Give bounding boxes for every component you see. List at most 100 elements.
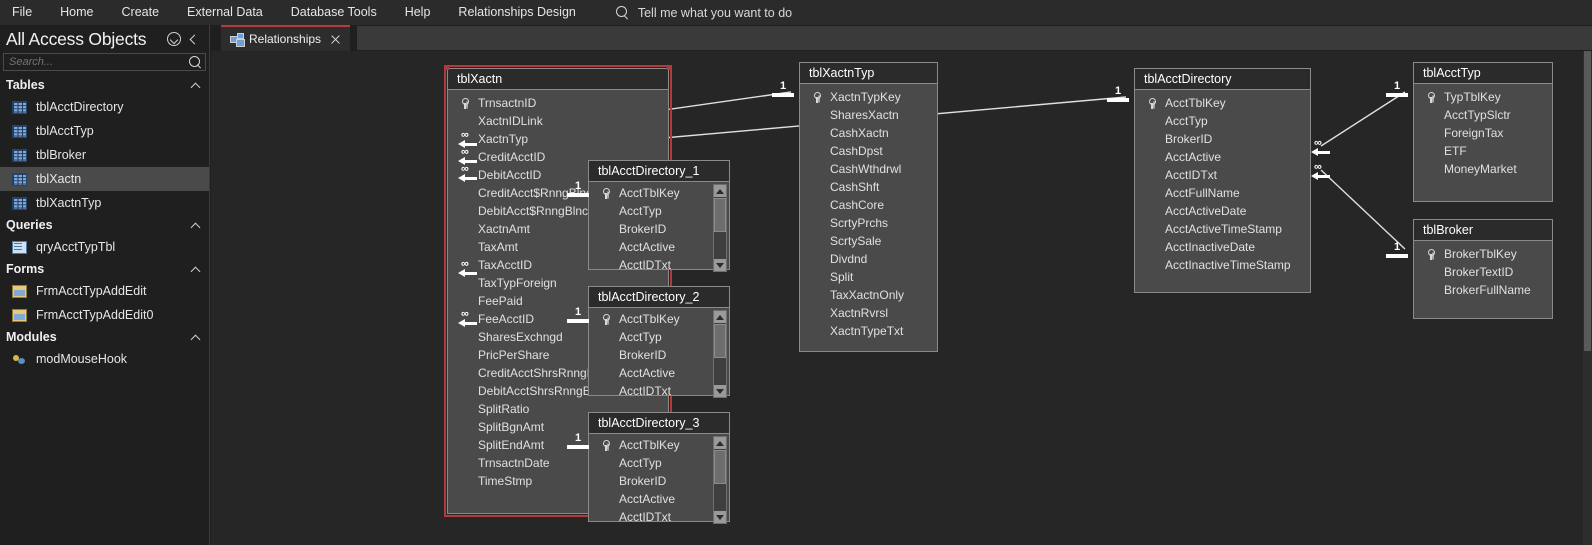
table-field-primary-key[interactable]: AcctTblKey (589, 184, 729, 202)
table-field[interactable]: XactnTyp (448, 130, 668, 148)
table-field[interactable]: CashCore (800, 196, 937, 214)
table-field[interactable]: ForeignTax (1414, 124, 1552, 142)
chevron-up-icon[interactable] (190, 80, 201, 91)
relationship-table-tblXactnTyp[interactable]: tblXactnTypXactnTypKeySharesXactnCashXac… (799, 62, 938, 352)
scroll-down-icon[interactable] (714, 385, 726, 397)
circle-caret-down-icon[interactable] (167, 32, 181, 46)
nav-group-forms[interactable]: Forms (0, 259, 209, 279)
ribbon-tab-external-data[interactable]: External Data (173, 0, 277, 25)
sidebar-item-tblAcctDirectory[interactable]: tblAcctDirectory (0, 95, 209, 119)
chevron-left-icon[interactable] (188, 32, 200, 46)
table-field[interactable]: AcctActive (1135, 148, 1310, 166)
table-field[interactable]: XactnRvrsl (800, 304, 937, 322)
sidebar-item-qryAcctTypTbl[interactable]: qryAcctTypTbl (0, 235, 209, 259)
table-field[interactable]: ScrtySale (800, 232, 937, 250)
tab-relationships[interactable]: Relationships (221, 25, 350, 51)
table-field[interactable]: BrokerID (589, 472, 729, 490)
table-field[interactable]: AcctTyp (589, 454, 729, 472)
close-icon[interactable] (329, 33, 342, 46)
table-field[interactable]: BrokerID (589, 220, 729, 238)
table-field-primary-key[interactable]: XactnTypKey (800, 88, 937, 106)
table-field[interactable]: AcctActive (589, 364, 729, 382)
table-field[interactable]: AcctIDTxt (589, 256, 729, 274)
relationship-table-tblAcctDirectory_2[interactable]: tblAcctDirectory_2AcctTblKeyAcctTypBroke… (588, 286, 730, 396)
nav-group-tables[interactable]: Tables (0, 75, 209, 95)
relationship-table-tblAcctDirectory_3[interactable]: tblAcctDirectory_3AcctTblKeyAcctTypBroke… (588, 412, 730, 522)
table-field[interactable]: BrokerFullName (1414, 281, 1552, 299)
table-field[interactable]: AcctIDTxt (589, 508, 729, 526)
table-field[interactable]: MoneyMarket (1414, 160, 1552, 178)
scroll-down-icon[interactable] (714, 511, 726, 523)
table-field-primary-key[interactable]: TypTblKey (1414, 88, 1552, 106)
table-field-primary-key[interactable]: TrnsactnID (448, 94, 668, 112)
table-field[interactable]: AcctInactiveDate (1135, 238, 1310, 256)
table-field[interactable]: AcctTyp (1135, 112, 1310, 130)
table-field[interactable]: BrokerID (589, 346, 729, 364)
relationship-table-tblAcctDirectory[interactable]: tblAcctDirectoryAcctTblKeyAcctTypBrokerI… (1134, 68, 1311, 293)
table-field[interactable]: XactnTypeTxt (800, 322, 937, 340)
table-field[interactable]: AcctTyp (589, 328, 729, 346)
table-field[interactable]: BrokerTextID (1414, 263, 1552, 281)
table-field[interactable]: BrokerID (1135, 130, 1310, 148)
scrollbar-thumb[interactable] (714, 198, 726, 232)
ribbon-tab-file[interactable]: File (0, 0, 46, 25)
search-icon[interactable] (189, 56, 202, 69)
table-field[interactable]: AcctIDTxt (1135, 166, 1310, 184)
table-field-primary-key[interactable]: AcctTblKey (1135, 94, 1310, 112)
table-field[interactable]: AcctActiveDate (1135, 202, 1310, 220)
navigation-search-box[interactable] (3, 53, 206, 71)
sidebar-item-FrmAcctTypAddEdit0[interactable]: FrmAcctTypAddEdit0 (0, 303, 209, 327)
scroll-down-icon[interactable] (714, 259, 726, 271)
table-field[interactable]: XactnIDLink (448, 112, 668, 130)
sidebar-item-modMouseHook[interactable]: modMouseHook (0, 347, 209, 371)
table-field[interactable]: CashDpst (800, 142, 937, 160)
scrollbar-thumb[interactable] (1584, 51, 1591, 351)
table-field[interactable]: AcctTypSlctr (1414, 106, 1552, 124)
scroll-up-icon[interactable] (714, 185, 726, 197)
table-field[interactable]: AcctInactiveTimeStamp (1135, 256, 1310, 274)
table-field[interactable]: TaxXactnOnly (800, 286, 937, 304)
table-field[interactable]: AcctActive (589, 238, 729, 256)
scrollbar-thumb[interactable] (714, 450, 726, 484)
chevron-up-icon[interactable] (190, 220, 201, 231)
table-field-scrollbar[interactable] (713, 184, 727, 272)
search-input[interactable] (9, 56, 189, 68)
relationships-canvas[interactable]: tblXactnTrnsactnIDXactnIDLinkXactnTypCre… (211, 51, 1583, 545)
table-field[interactable]: SharesXactn (800, 106, 937, 124)
table-field[interactable]: CashWthdrwl (800, 160, 937, 178)
scroll-up-icon[interactable] (714, 311, 726, 323)
sidebar-item-tblXactnTyp[interactable]: tblXactnTyp (0, 191, 209, 215)
ribbon-tab-database-tools[interactable]: Database Tools (277, 0, 391, 25)
scrollbar-thumb[interactable] (714, 324, 726, 358)
table-field[interactable]: CashXactn (800, 124, 937, 142)
tell-me-search[interactable]: Tell me what you want to do (616, 6, 792, 20)
nav-group-modules[interactable]: Modules (0, 327, 209, 347)
scroll-up-icon[interactable] (714, 437, 726, 449)
table-field-scrollbar[interactable] (713, 310, 727, 398)
table-field[interactable]: AcctTyp (589, 202, 729, 220)
relationship-table-tblAcctTyp[interactable]: tblAcctTypTypTblKeyAcctTypSlctrForeignTa… (1413, 62, 1553, 202)
table-field[interactable]: CashShft (800, 178, 937, 196)
relationship-table-tblAcctDirectory_1[interactable]: tblAcctDirectory_1AcctTblKeyAcctTypBroke… (588, 160, 730, 270)
table-field-primary-key[interactable]: BrokerTblKey (1414, 245, 1552, 263)
sidebar-item-FrmAcctTypAddEdit[interactable]: FrmAcctTypAddEdit (0, 279, 209, 303)
table-field[interactable]: AcctIDTxt (589, 382, 729, 400)
table-field[interactable]: Split (800, 268, 937, 286)
canvas-vertical-scrollbar[interactable] (1583, 51, 1592, 545)
chevron-up-icon[interactable] (190, 332, 201, 343)
table-field[interactable]: ScrtyPrchs (800, 214, 937, 232)
table-field-primary-key[interactable]: AcctTblKey (589, 310, 729, 328)
sidebar-item-tblAcctTyp[interactable]: tblAcctTyp (0, 119, 209, 143)
table-field[interactable]: AcctFullName (1135, 184, 1310, 202)
table-field[interactable]: ETF (1414, 142, 1552, 160)
table-field[interactable]: Divdnd (800, 250, 937, 268)
table-field[interactable]: AcctActive (589, 490, 729, 508)
ribbon-tab-relationships-design[interactable]: Relationships Design (444, 0, 589, 25)
ribbon-tab-create[interactable]: Create (108, 0, 174, 25)
sidebar-item-tblXactn[interactable]: tblXactn (0, 167, 209, 191)
table-field-primary-key[interactable]: AcctTblKey (589, 436, 729, 454)
ribbon-tab-help[interactable]: Help (391, 0, 445, 25)
sidebar-item-tblBroker[interactable]: tblBroker (0, 143, 209, 167)
ribbon-tab-home[interactable]: Home (46, 0, 107, 25)
relationship-table-tblBroker[interactable]: tblBrokerBrokerTblKeyBrokerTextIDBrokerF… (1413, 219, 1553, 319)
